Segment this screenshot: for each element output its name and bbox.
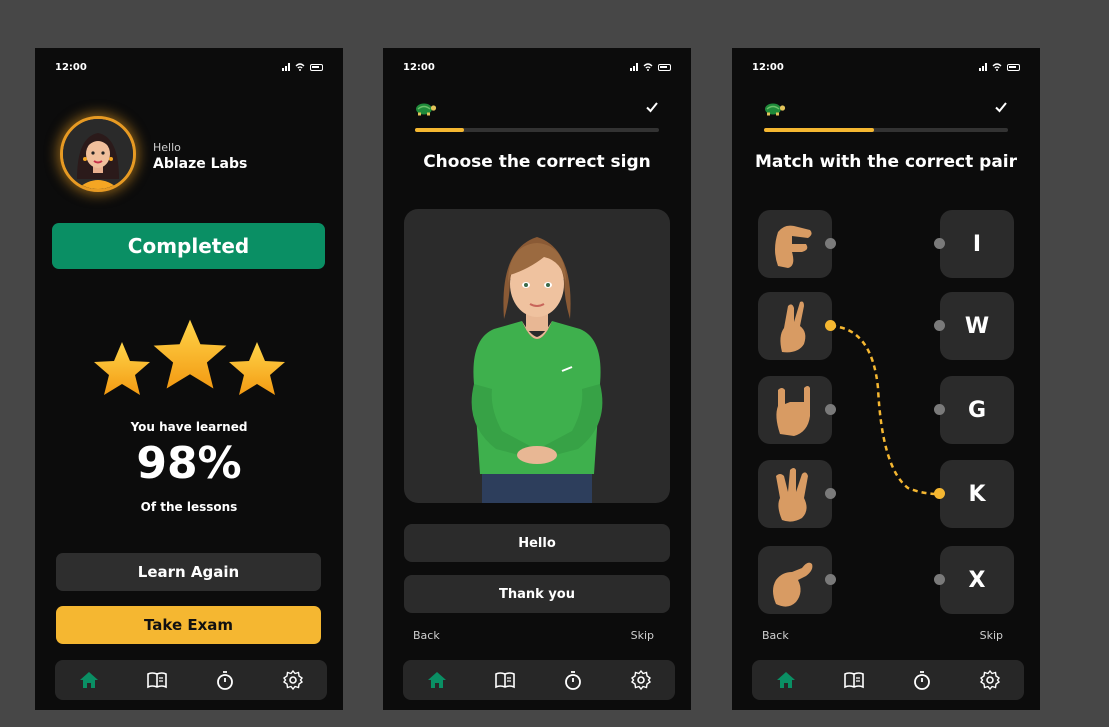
timer-icon[interactable] <box>560 667 586 693</box>
status-bar: 12:00 <box>55 60 323 74</box>
star-icon <box>229 342 285 395</box>
book-icon[interactable] <box>492 667 518 693</box>
question-title: Choose the correct sign <box>423 152 651 172</box>
star-icon <box>153 319 227 389</box>
home-icon[interactable] <box>424 667 450 693</box>
answer-option[interactable]: Hello <box>404 524 670 562</box>
avatar[interactable] <box>60 116 136 192</box>
skip-link[interactable]: Skip <box>980 629 1003 642</box>
answer-option[interactable]: Thank you <box>404 575 670 613</box>
status-bar: 12:00 <box>403 60 671 74</box>
settings-icon[interactable] <box>628 667 654 693</box>
wifi-icon <box>295 63 305 71</box>
quiz-screen: 12:00 Choose the correct sign Hello Than… <box>383 48 691 710</box>
signal-icon <box>282 63 290 71</box>
take-exam-button[interactable]: Take Exam <box>56 606 321 644</box>
battery-icon <box>658 63 671 71</box>
book-icon[interactable] <box>144 667 170 693</box>
learn-again-button[interactable]: Learn Again <box>56 553 321 591</box>
skip-link[interactable]: Skip <box>631 629 654 642</box>
match-connector <box>830 324 940 496</box>
home-icon[interactable] <box>76 667 102 693</box>
settings-icon[interactable] <box>280 667 306 693</box>
wifi-icon <box>643 63 653 71</box>
match-screen: 12:00 Match with the correct pair I W G … <box>732 48 1040 710</box>
completed-badge: Completed <box>52 223 325 269</box>
bottom-nav <box>403 660 675 700</box>
signal-icon <box>630 63 638 71</box>
battery-icon <box>310 63 323 71</box>
learned-label: You have learned <box>130 420 248 434</box>
turtle-icon <box>416 103 437 116</box>
back-link[interactable]: Back <box>762 629 789 642</box>
check-icon[interactable] <box>645 100 659 114</box>
lessons-label: Of the lessons <box>140 500 238 514</box>
rating-stars <box>94 319 285 395</box>
user-name: Ablaze Labs <box>153 156 248 172</box>
bottom-nav <box>55 660 327 700</box>
status-time: 12:00 <box>403 61 435 73</box>
lesson-progress <box>415 128 659 132</box>
star-icon <box>94 342 150 395</box>
book-icon[interactable] <box>841 667 867 693</box>
completion-screen: 12:00 Hello Ablaze Labs Completed You ha… <box>35 48 343 710</box>
timer-icon[interactable] <box>909 667 935 693</box>
sign-video[interactable] <box>404 209 670 503</box>
learned-percent: 98% <box>136 438 242 489</box>
greeting-label: Hello <box>153 141 181 154</box>
lesson-progress-fill <box>415 128 464 132</box>
status-time: 12:00 <box>55 61 87 73</box>
bottom-nav <box>752 660 1024 700</box>
home-icon[interactable] <box>773 667 799 693</box>
back-link[interactable]: Back <box>413 629 440 642</box>
timer-icon[interactable] <box>212 667 238 693</box>
settings-icon[interactable] <box>977 667 1003 693</box>
